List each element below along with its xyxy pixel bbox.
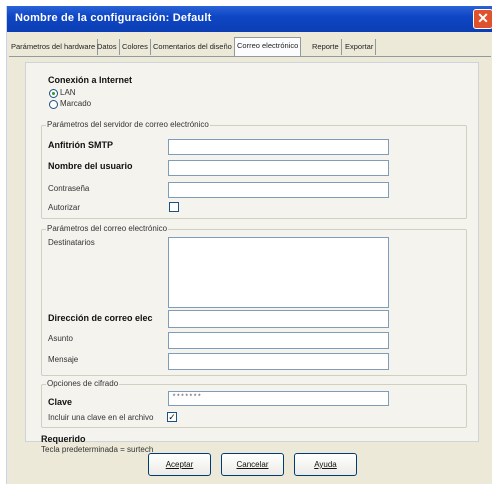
tab-report[interactable]: Reporte [310, 39, 342, 55]
required-heading: Requerido [41, 434, 86, 444]
encryption-title: Opciones de cifrado [46, 379, 120, 388]
message-input[interactable] [168, 353, 389, 370]
tab-colors[interactable]: Colores [120, 39, 151, 55]
authorize-label: Autorizar [48, 203, 81, 212]
key-label: Clave [48, 397, 73, 407]
include-key-label: Incluir una clave en el archivo [48, 413, 154, 422]
dialup-radio[interactable] [49, 100, 58, 109]
help-button[interactable]: Ayuda [294, 453, 357, 476]
tab-bar: Parámetros del hardware Datos Colores Co… [9, 37, 491, 57]
required-note: Tecla predeterminada = surtech [41, 445, 154, 454]
tab-email[interactable]: Correo electrónico [234, 37, 302, 56]
authorize-checkbox[interactable] [169, 202, 179, 212]
accept-button[interactable]: Aceptar [148, 453, 211, 476]
subject-label: Asunto [48, 334, 73, 343]
cancel-button[interactable]: Cancelar [221, 453, 284, 476]
settings-dialog: Nombre de la configuración: Default ✕ Pa… [6, 6, 492, 484]
tab-export[interactable]: Exportar [343, 39, 377, 55]
window-title: Nombre de la configuración: Default [15, 12, 212, 24]
password-label: Contraseña [48, 184, 90, 193]
username-input[interactable] [168, 160, 389, 176]
close-button[interactable]: ✕ [473, 9, 492, 29]
from-address-label: Dirección de correo elec [48, 313, 153, 323]
email-settings-panel: Conexión a Internet LAN Marcado Parámetr… [25, 62, 479, 442]
connection-heading: Conexión a Internet [48, 75, 133, 85]
include-key-checkbox[interactable]: ✓ [167, 412, 177, 422]
smtp-host-label: Anfitrión SMTP [48, 140, 113, 150]
recipients-input[interactable] [168, 237, 389, 308]
lan-radio[interactable] [49, 89, 58, 98]
tab-hardware[interactable]: Parámetros del hardware [9, 39, 99, 55]
username-label: Nombre del usuario [48, 161, 133, 171]
mail-params-title: Parámetros del correo electrónico [46, 224, 169, 233]
title-bar[interactable]: Nombre de la configuración: Default ✕ [7, 6, 492, 32]
password-input[interactable] [168, 182, 389, 198]
from-address-input[interactable] [168, 310, 389, 328]
server-params-title: Parámetros del servidor de correo electr… [46, 120, 210, 129]
key-input[interactable]: ******* [168, 391, 389, 406]
tab-data[interactable]: Datos [95, 39, 120, 55]
tab-design-comments[interactable]: Comentarios del diseño [151, 39, 235, 55]
smtp-host-input[interactable] [168, 139, 389, 155]
message-label: Mensaje [48, 355, 79, 364]
close-icon: ✕ [477, 10, 489, 26]
subject-input[interactable] [168, 332, 389, 349]
dialup-label: Marcado [60, 99, 92, 108]
recipients-label: Destinatarios [48, 238, 95, 247]
lan-label: LAN [60, 88, 76, 97]
